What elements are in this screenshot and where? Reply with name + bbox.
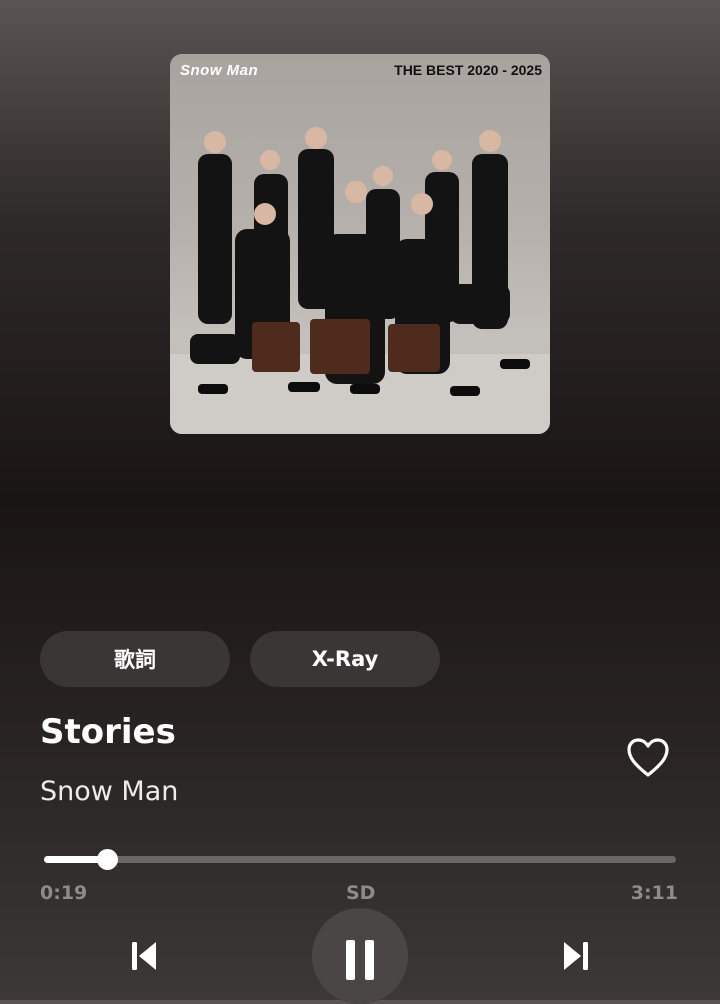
album-photo bbox=[170, 127, 550, 434]
lyrics-button[interactable]: 歌詞 bbox=[40, 631, 230, 687]
album-logo: Snow Man bbox=[180, 62, 259, 79]
pause-button[interactable] bbox=[312, 908, 408, 1004]
skip-previous-icon[interactable] bbox=[130, 939, 158, 973]
album-title: THE BEST 2020 - 2025 bbox=[394, 62, 542, 78]
xray-button[interactable]: X-Ray bbox=[250, 631, 440, 687]
heart-icon[interactable] bbox=[626, 737, 670, 779]
total-time: 3:11 bbox=[630, 882, 678, 904]
pause-icon bbox=[346, 940, 374, 980]
track-title: Stories bbox=[40, 712, 176, 752]
album-art: Snow Man THE BEST 2020 - 2025 bbox=[170, 54, 550, 434]
elapsed-time: 0:19 bbox=[40, 882, 88, 904]
quality-badge: SD bbox=[346, 882, 376, 904]
track-artist[interactable]: Snow Man bbox=[40, 776, 178, 807]
skip-next-icon[interactable] bbox=[562, 939, 590, 973]
progress-thumb[interactable] bbox=[96, 849, 118, 870]
progress-bar[interactable] bbox=[44, 849, 676, 870]
